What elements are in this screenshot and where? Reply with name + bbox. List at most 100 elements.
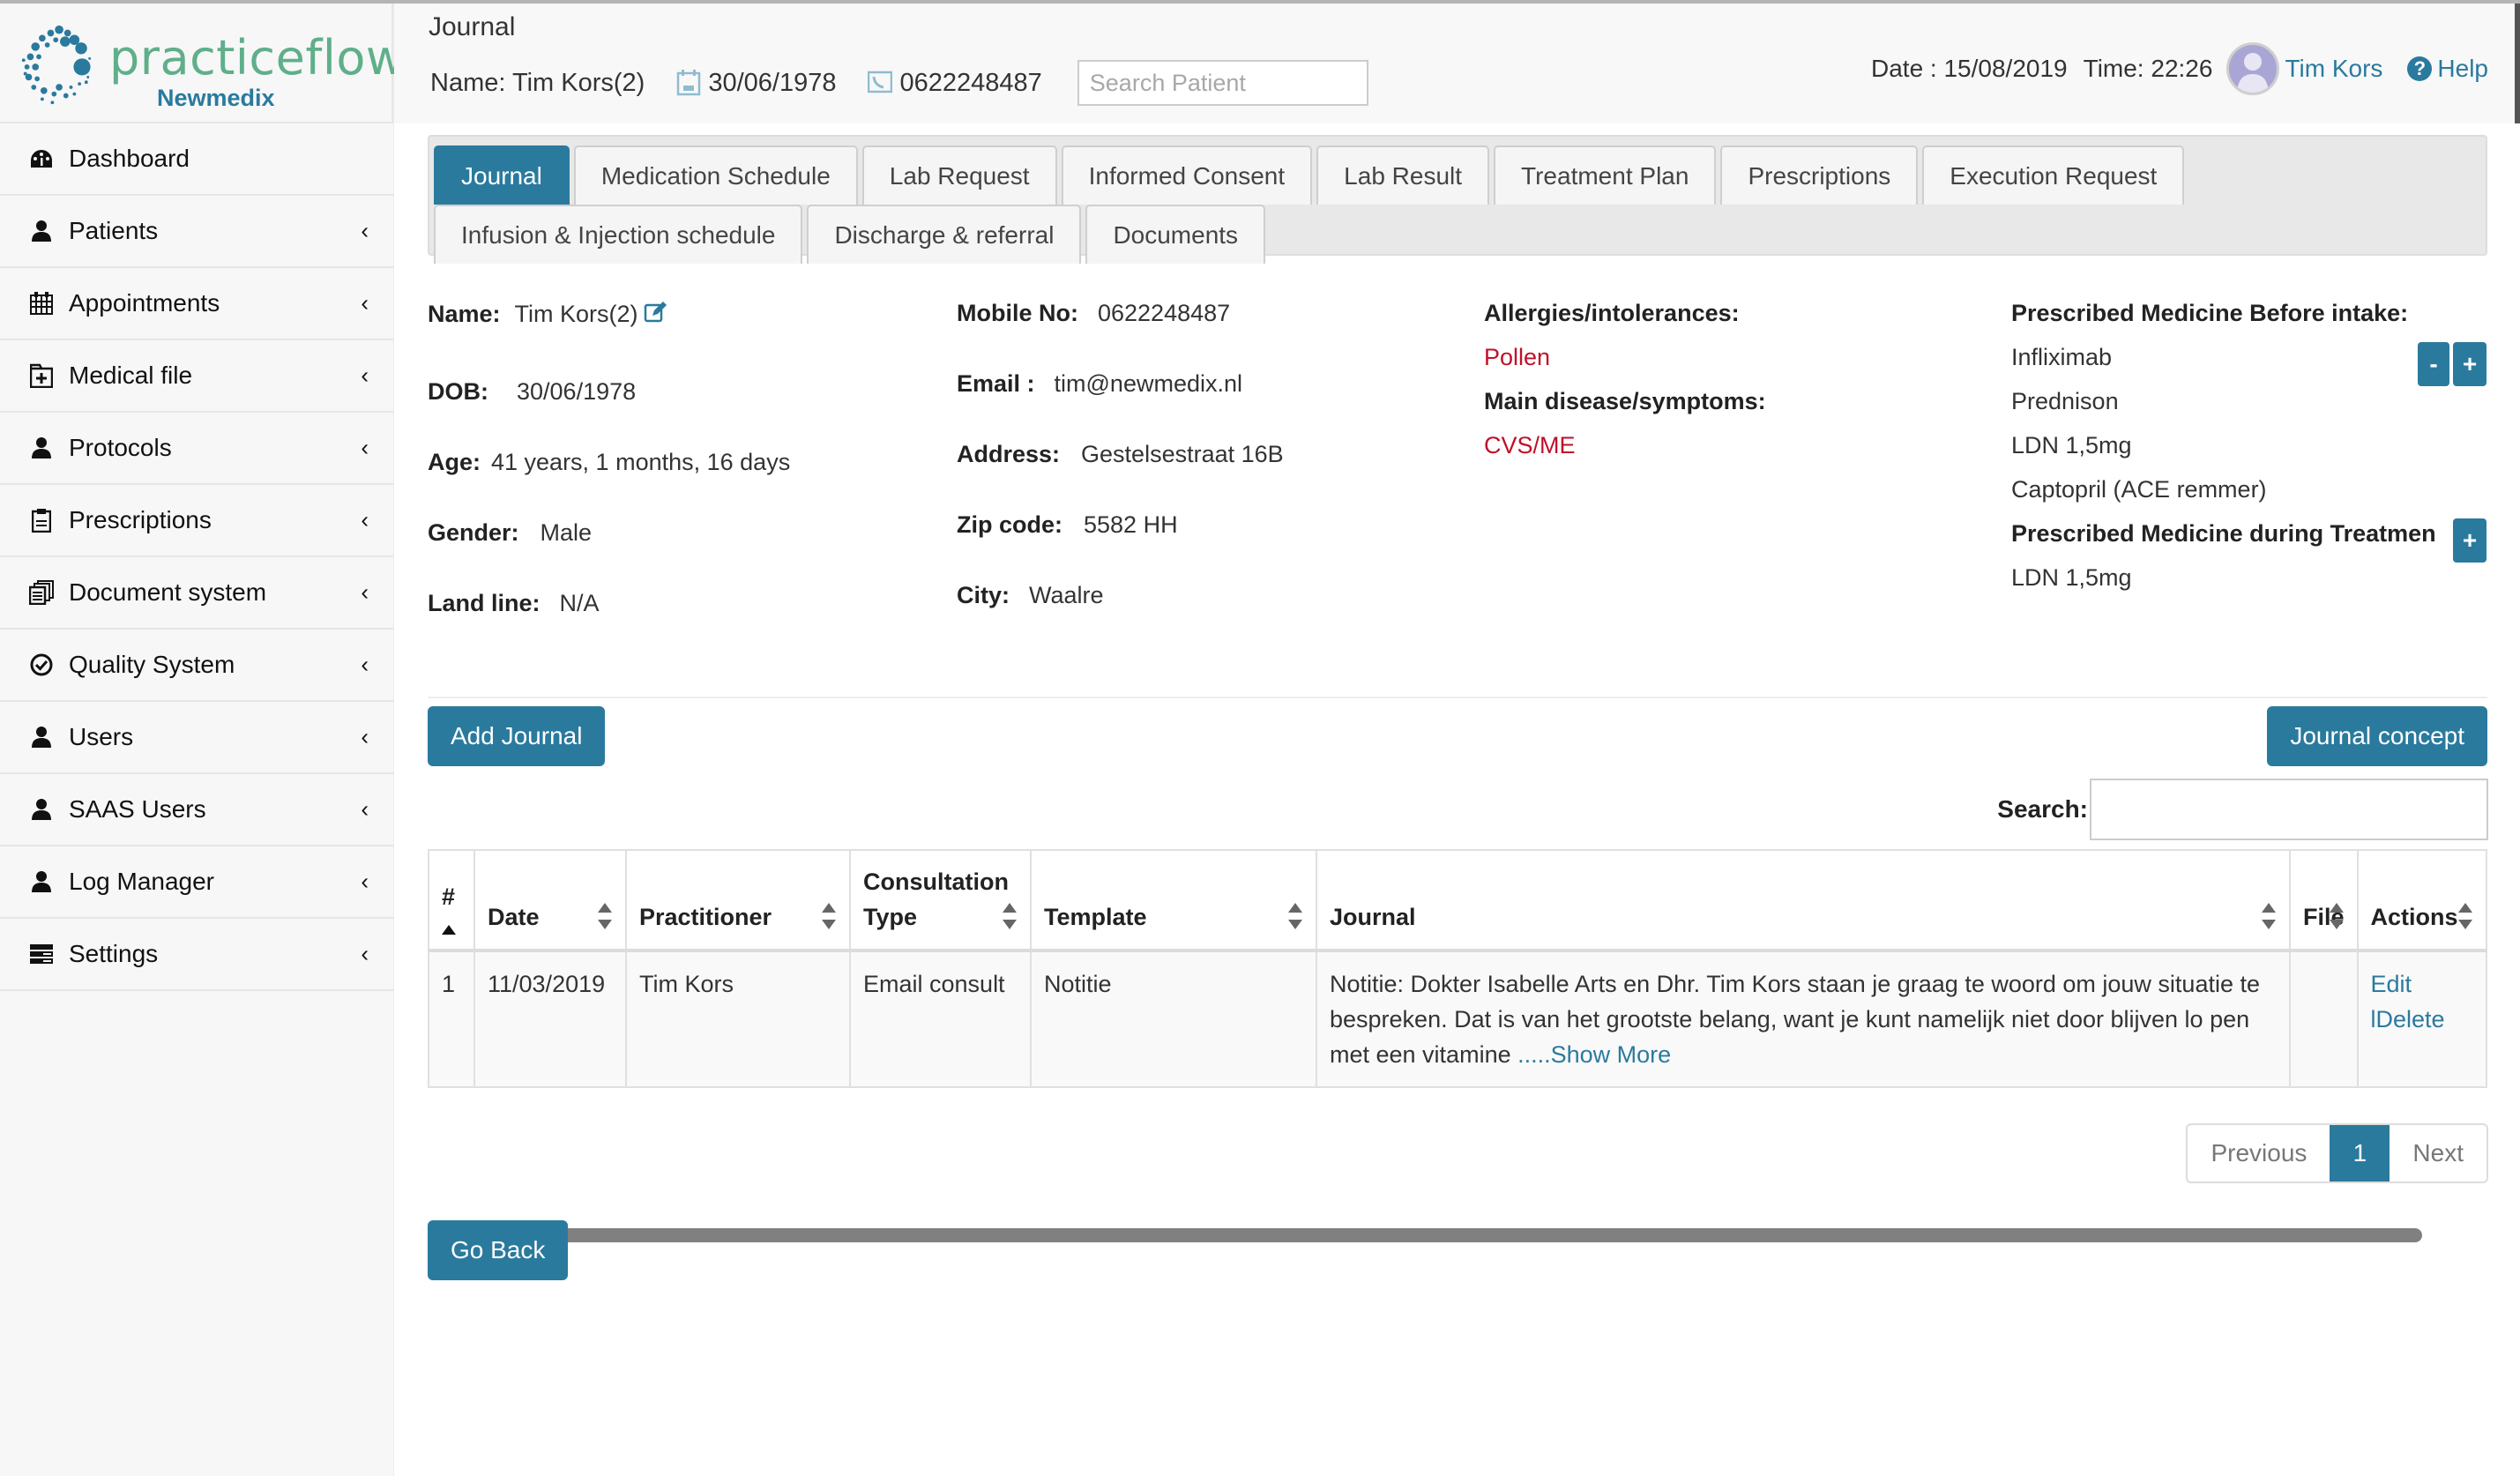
chevron-left-icon[interactable]: ‹ — [361, 941, 369, 968]
pagination-page-current[interactable]: 1 — [2330, 1125, 2390, 1182]
help-link[interactable]: Help — [2437, 55, 2488, 83]
delete-link[interactable]: lDelete — [2371, 1006, 2445, 1032]
disease-value: CVS/ME — [1484, 432, 1576, 458]
field-age: Age: 41 years, 1 months, 16 days — [428, 449, 790, 476]
cell-number: 1 — [428, 950, 475, 1088]
main-content: Journal Medication Schedule Lab Request … — [394, 123, 2515, 1476]
chevron-left-icon[interactable]: ‹ — [361, 652, 369, 679]
chevron-left-icon[interactable]: ‹ — [361, 435, 369, 462]
chevron-left-icon[interactable]: ‹ — [361, 796, 369, 824]
sidebar-item-protocols[interactable]: Protocols ‹ — [0, 413, 393, 485]
patient-phone: 0622248487 — [899, 68, 1042, 97]
column-header-template[interactable]: Template — [1030, 849, 1317, 952]
brand-logo[interactable]: practiceflow Newmedix — [0, 4, 405, 123]
field-landline: Land line: N/A — [428, 590, 600, 617]
horizontal-scrollbar[interactable] — [509, 1228, 2422, 1242]
search-patient-input[interactable] — [1077, 60, 1368, 106]
sidebar-item-label: Patients — [69, 217, 159, 244]
column-header-number[interactable]: # — [428, 849, 475, 952]
before-intake-heading: Prescribed Medicine Before intake: — [2011, 300, 2409, 326]
top-header: Journal Name: Tim Kors(2) 30/06/1978 062… — [394, 4, 2520, 123]
sidebar-item-saas-users[interactable]: SAAS Users ‹ — [0, 774, 393, 846]
table-search-input[interactable] — [2090, 779, 2488, 840]
sidebar-item-patients[interactable]: Patients ‹ — [0, 196, 393, 268]
header-label: Type — [863, 904, 918, 930]
tab-row-2: Infusion & Injection schedule Discharge … — [434, 205, 2486, 264]
sort-icon — [597, 903, 613, 929]
cell-practitioner: Tim Kors — [625, 950, 851, 1088]
sidebar-item-quality-system[interactable]: Quality System ‹ — [0, 630, 393, 702]
dob-label: DOB: — [428, 378, 488, 405]
during-treatment-label: Prescribed Medicine during Treatmen — [2011, 520, 2452, 548]
chevron-left-icon[interactable]: ‹ — [361, 290, 369, 317]
sidebar-item-document-system[interactable]: Document system ‹ — [0, 557, 393, 630]
journal-concept-button[interactable]: Journal concept — [2267, 706, 2487, 766]
chevron-left-icon[interactable]: ‹ — [361, 507, 369, 534]
chevron-left-icon[interactable]: ‹ — [361, 724, 369, 751]
user-name-link[interactable]: Tim Kors — [2285, 55, 2382, 83]
before-intake-item: Prednison — [2011, 388, 2119, 414]
sort-icon — [1002, 903, 1018, 929]
remove-medicine-button[interactable]: - — [2418, 342, 2449, 386]
tab-informed-consent[interactable]: Informed Consent — [1061, 145, 1313, 205]
tab-discharge-referral[interactable]: Discharge & referral — [807, 205, 1082, 264]
add-medicine-before-button[interactable]: + — [2453, 342, 2486, 386]
tab-documents[interactable]: Documents — [1085, 205, 1266, 264]
go-back-button[interactable]: Go Back — [428, 1220, 569, 1280]
before-intake-item: Infliximab — [2011, 344, 2113, 370]
sidebar-item-medical-file[interactable]: Medical file ‹ — [0, 340, 393, 413]
cell-date: 11/03/2019 — [473, 950, 627, 1088]
chevron-left-icon[interactable]: ‹ — [361, 218, 369, 245]
tab-lab-result[interactable]: Lab Result — [1316, 145, 1490, 205]
chevron-left-icon[interactable]: ‹ — [361, 868, 369, 896]
add-medicine-during-button[interactable]: + — [2453, 518, 2486, 563]
column-header-date[interactable]: Date — [473, 849, 627, 952]
column-header-practitioner[interactable]: Practitioner — [625, 849, 851, 952]
cell-journal: Notitie: Dokter Isabelle Arts en Dhr. Ti… — [1316, 950, 2291, 1088]
tab-treatment-plan[interactable]: Treatment Plan — [1494, 145, 1717, 205]
column-header-journal[interactable]: Journal — [1316, 849, 2291, 952]
phone-card-icon — [868, 70, 894, 96]
column-header-file[interactable]: File — [2289, 849, 2359, 952]
chevron-left-icon[interactable]: ‹ — [361, 579, 369, 607]
column-header-actions[interactable]: Actions — [2356, 849, 2488, 952]
show-more-link[interactable]: .....Show More — [1517, 1041, 1671, 1068]
sidebar-item-log-manager[interactable]: Log Manager ‹ — [0, 846, 393, 919]
brand-name: practiceflow — [109, 30, 406, 86]
sidebar-item-dashboard[interactable]: Dashboard — [0, 123, 393, 196]
calendar-icon — [28, 290, 55, 317]
sidebar-item-appointments[interactable]: Appointments ‹ — [0, 268, 393, 340]
mobile-label: Mobile No: — [957, 300, 1078, 326]
user-icon — [28, 868, 55, 895]
edit-icon[interactable] — [644, 300, 668, 324]
sidebar-item-label: SAAS Users — [69, 795, 206, 823]
tab-execution-request[interactable]: Execution Request — [1922, 145, 2185, 205]
tab-journal[interactable]: Journal — [434, 145, 570, 205]
documents-icon — [28, 579, 55, 606]
add-journal-button[interactable]: Add Journal — [428, 706, 606, 766]
sidebar-item-prescriptions[interactable]: Prescriptions ‹ — [0, 485, 393, 557]
sidebar-item-users[interactable]: Users ‹ — [0, 702, 393, 774]
pagination-previous[interactable]: Previous — [2188, 1125, 2330, 1182]
help-icon[interactable]: ? — [2407, 56, 2433, 81]
sidebar-item-label: Document system — [69, 578, 267, 606]
tab-lab-request[interactable]: Lab Request — [861, 145, 1057, 205]
chevron-left-icon[interactable]: ‹ — [361, 362, 369, 390]
edit-link[interactable]: Edit — [2371, 971, 2412, 997]
tab-infusion-injection-schedule[interactable]: Infusion & Injection schedule — [434, 205, 803, 264]
table-search: Search: — [1997, 779, 2488, 840]
pagination-next[interactable]: Next — [2390, 1125, 2486, 1182]
check-circle-icon — [28, 652, 55, 678]
field-name: Name: Tim Kors(2) — [428, 300, 668, 328]
avatar[interactable] — [2226, 42, 2280, 95]
dashboard-icon — [28, 145, 55, 172]
address-value: Gestelsestraat 16B — [1081, 441, 1284, 467]
tab-medication-schedule[interactable]: Medication Schedule — [573, 145, 858, 205]
sidebar-item-settings[interactable]: Settings ‹ — [0, 919, 393, 991]
age-label: Age: — [428, 449, 481, 475]
header-label: Consultation — [863, 868, 1009, 895]
tab-prescriptions[interactable]: Prescriptions — [1720, 145, 1919, 205]
cell-consultation-type: Email consult — [849, 950, 1032, 1088]
patient-dob: 30/06/1978 — [708, 68, 837, 97]
column-header-consultation-type[interactable]: Consultation Type — [849, 849, 1032, 952]
